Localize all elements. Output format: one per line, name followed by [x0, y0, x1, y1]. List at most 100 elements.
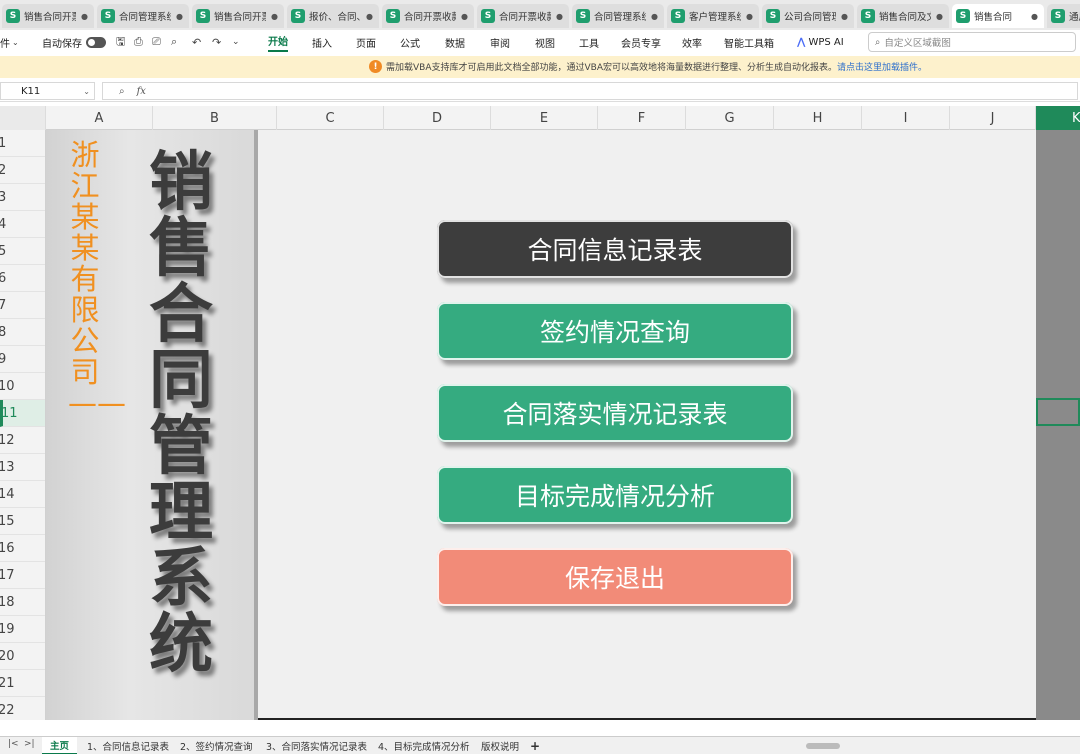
doc-tab[interactable]: S 合同开票收款 ●: [477, 4, 569, 28]
menu-tab-member[interactable]: 会员专享: [621, 30, 661, 54]
close-icon[interactable]: ●: [651, 12, 658, 21]
close-icon[interactable]: ●: [746, 12, 753, 21]
close-icon[interactable]: ●: [1031, 12, 1038, 21]
doc-tab[interactable]: S 销售合同及文 ●: [857, 4, 949, 28]
row-header[interactable]: 21: [0, 670, 45, 697]
column-header[interactable]: H: [774, 106, 862, 130]
close-icon[interactable]: ●: [841, 12, 848, 21]
row-header[interactable]: 20: [0, 643, 45, 670]
close-icon[interactable]: ●: [936, 12, 943, 21]
column-header-selected[interactable]: K: [1036, 106, 1080, 130]
menu-tab-view[interactable]: 视图: [535, 30, 555, 54]
row-header[interactable]: 12: [0, 427, 45, 454]
doc-tab[interactable]: S 销售合同开票 ●: [2, 4, 94, 28]
row-header[interactable]: 14: [0, 481, 45, 508]
close-icon[interactable]: ●: [176, 12, 183, 21]
horizontal-scrollbar[interactable]: [806, 743, 840, 749]
close-icon[interactable]: ●: [81, 12, 88, 21]
column-header[interactable]: D: [384, 106, 491, 130]
close-icon[interactable]: ●: [556, 12, 563, 21]
doc-tab[interactable]: S 通用: [1047, 4, 1080, 28]
column-header[interactable]: A: [46, 106, 153, 130]
row-header[interactable]: 3: [0, 184, 45, 211]
search-box[interactable]: ⌕ 自定义区域截图: [868, 32, 1076, 52]
contract-execution-button[interactable]: 合同落实情况记录表: [437, 384, 793, 442]
doc-tab[interactable]: S 客户管理系统 ●: [667, 4, 759, 28]
first-sheet-icon[interactable]: |<: [8, 739, 19, 749]
row-header[interactable]: 4: [0, 211, 45, 238]
doc-tab[interactable]: S 公司合同管理 ●: [762, 4, 854, 28]
row-header[interactable]: 13: [0, 454, 45, 481]
row-header-selected[interactable]: 11: [0, 400, 45, 427]
row-header[interactable]: 6: [0, 265, 45, 292]
last-sheet-icon[interactable]: >|: [24, 739, 35, 749]
undo-icon[interactable]: ↶: [192, 30, 201, 54]
doc-tab-active[interactable]: S 销售合同 ●: [952, 4, 1044, 28]
row-header[interactable]: 18: [0, 589, 45, 616]
column-header[interactable]: C: [277, 106, 384, 130]
row-header[interactable]: 10: [0, 373, 45, 400]
contract-info-button[interactable]: 合同信息记录表: [437, 220, 793, 278]
doc-tab[interactable]: S 合同开票收款 ●: [382, 4, 474, 28]
row-header[interactable]: 22: [0, 697, 45, 720]
sheet-tab[interactable]: 1、合同信息记录表: [87, 737, 169, 754]
doc-tab[interactable]: S 报价、合同、 ●: [287, 4, 379, 28]
name-box[interactable]: K11 ⌄: [0, 82, 95, 100]
export-pdf-icon[interactable]: ⎙: [134, 30, 143, 54]
autosave-control[interactable]: 自动保存: [42, 30, 106, 54]
signing-query-button[interactable]: 签约情况查询: [437, 302, 793, 360]
sheet-tab[interactable]: 版权说明: [481, 737, 519, 754]
menu-tab-insert[interactable]: 插入: [312, 30, 332, 54]
column-header[interactable]: E: [491, 106, 598, 130]
doc-tab[interactable]: S 合同管理系统 ●: [97, 4, 189, 28]
print-preview-icon[interactable]: ⌕: [171, 30, 177, 54]
selected-cell-k11[interactable]: [1036, 398, 1080, 426]
column-header[interactable]: I: [862, 106, 950, 130]
row-header[interactable]: 15: [0, 508, 45, 535]
column-header[interactable]: J: [950, 106, 1036, 130]
row-header[interactable]: 9: [0, 346, 45, 373]
print-icon[interactable]: ⎚: [152, 30, 161, 54]
close-icon[interactable]: ●: [271, 12, 278, 21]
row-header[interactable]: 1: [0, 130, 45, 157]
chevron-down-icon[interactable]: ⌄: [232, 30, 240, 54]
row-header[interactable]: 7: [0, 292, 45, 319]
menu-tab-efficiency[interactable]: 效率: [682, 30, 702, 54]
file-menu[interactable]: 件 ⌄: [0, 30, 19, 54]
doc-tab[interactable]: S 合同管理系统 ●: [572, 4, 664, 28]
load-plugin-link[interactable]: 请点击这里加载插件。: [837, 63, 927, 73]
close-icon[interactable]: ●: [461, 12, 468, 21]
redo-icon[interactable]: ↷: [212, 30, 221, 54]
column-header[interactable]: B: [153, 106, 277, 130]
close-icon[interactable]: ●: [366, 12, 373, 21]
menu-tab-review[interactable]: 审阅: [490, 30, 510, 54]
menu-tab-formula[interactable]: 公式: [400, 30, 420, 54]
row-header[interactable]: 8: [0, 319, 45, 346]
row-header[interactable]: 5: [0, 238, 45, 265]
save-icon[interactable]: 🖫: [116, 30, 125, 54]
sheet-tab[interactable]: 4、目标完成情况分析: [378, 737, 470, 754]
row-header[interactable]: 19: [0, 616, 45, 643]
menu-tab-smart-toolbox[interactable]: 智能工具箱: [724, 30, 774, 54]
menu-tab-tools[interactable]: 工具: [579, 30, 599, 54]
wps-ai-button[interactable]: ⋀ WPS AI: [797, 30, 844, 54]
menu-tab-data[interactable]: 数据: [445, 30, 465, 54]
menu-tab-home[interactable]: 开始: [268, 30, 288, 52]
add-sheet-button[interactable]: +: [530, 737, 540, 754]
autosave-toggle[interactable]: [86, 36, 106, 48]
select-all-corner[interactable]: [0, 106, 46, 130]
sheet-tab[interactable]: 2、签约情况查询: [180, 737, 253, 754]
row-header[interactable]: 17: [0, 562, 45, 589]
doc-tab[interactable]: S 销售合同开票 ●: [192, 4, 284, 28]
row-header[interactable]: 16: [0, 535, 45, 562]
save-exit-button[interactable]: 保存退出: [437, 548, 793, 606]
column-header[interactable]: G: [686, 106, 774, 130]
sheet-tab-home[interactable]: 主页: [42, 737, 78, 754]
function-icon[interactable]: fx: [137, 86, 146, 97]
target-analysis-button[interactable]: 目标完成情况分析: [437, 466, 793, 524]
formula-input[interactable]: ⌕ fx: [102, 82, 1078, 100]
zoom-icon[interactable]: ⌕: [119, 86, 125, 97]
sheet-tab[interactable]: 3、合同落实情况记录表: [266, 737, 367, 754]
column-header[interactable]: F: [598, 106, 686, 130]
menu-tab-page[interactable]: 页面: [356, 30, 376, 54]
